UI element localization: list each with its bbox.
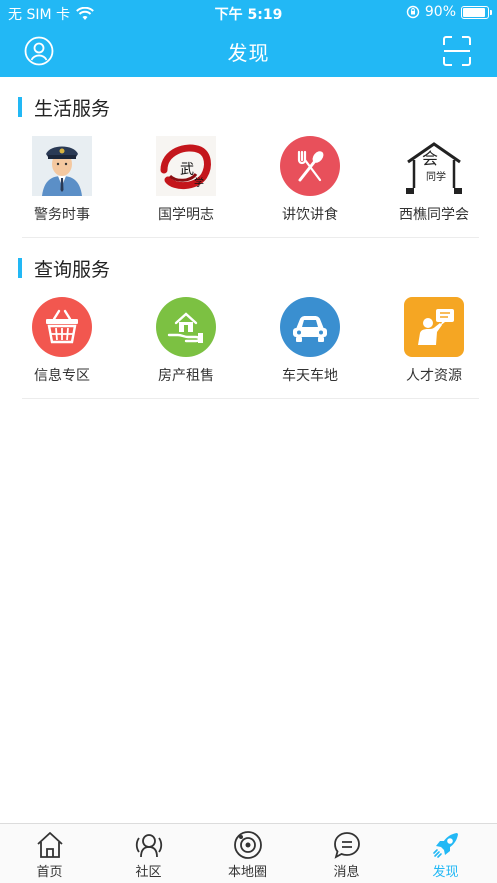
battery-icon: [461, 5, 492, 19]
battery-percent: 90%: [424, 4, 456, 20]
tab-local-circle[interactable]: 本地圈: [198, 830, 297, 880]
home-icon: [36, 832, 63, 858]
message-icon: [333, 832, 360, 859]
scan-icon[interactable]: [443, 36, 471, 66]
tab-home[interactable]: 首页: [0, 830, 99, 880]
tab-discover[interactable]: 发现: [396, 830, 495, 880]
car-icon: [280, 297, 340, 357]
service-item-talent[interactable]: 人才资源: [372, 297, 496, 385]
tab-label: 本地圈: [227, 865, 267, 880]
section-title: 查询服务: [34, 258, 111, 281]
tab-community[interactable]: 社区: [99, 830, 198, 880]
tab-label: 消息: [333, 865, 360, 880]
section-accent-bar: [18, 97, 22, 117]
nav-bar: 发现: [0, 26, 497, 77]
section-divider: [22, 237, 479, 238]
service-item-police-news[interactable]: 警务时事: [0, 136, 124, 224]
tab-messages[interactable]: 消息: [297, 830, 396, 880]
tab-label: 社区: [135, 865, 162, 880]
svg-text:同学: 同学: [426, 170, 446, 183]
service-item-info[interactable]: 信息专区: [0, 297, 124, 385]
service-item-food[interactable]: 讲饮讲食: [248, 136, 372, 224]
community-icon: [135, 834, 162, 858]
service-item-car[interactable]: 车天车地: [248, 297, 372, 385]
page-title: 发现: [227, 41, 270, 65]
tab-bar: 首页 社区 本地圈 消息 发现: [0, 823, 497, 883]
fork-spoon-icon: [280, 136, 340, 196]
local-circle-icon: [233, 831, 262, 859]
section-title: 生活服务: [34, 97, 111, 120]
svg-text:学: 学: [194, 176, 204, 189]
service-label: 国学明志: [158, 207, 214, 223]
calligraphy-icon: 武 学: [156, 136, 216, 196]
service-label: 警务时事: [34, 207, 90, 223]
service-item-guoxue[interactable]: 武 学 国学明志: [124, 136, 248, 224]
person-presenting-icon: [404, 297, 464, 357]
orientation-lock-icon: [406, 5, 420, 19]
service-label: 讲饮讲食: [282, 207, 338, 223]
service-label: 信息专区: [34, 368, 90, 384]
discover-rocket-icon: [432, 833, 458, 858]
service-label: 西樵同学会: [399, 207, 469, 223]
basket-icon: [32, 297, 92, 357]
service-item-housing[interactable]: 房产租售: [124, 297, 248, 385]
alumni-logo-icon: 会 同学: [404, 136, 464, 196]
service-label: 车天车地: [282, 368, 338, 384]
svg-text:会: 会: [422, 149, 438, 168]
tab-label: 首页: [36, 865, 63, 880]
svg-text:武: 武: [180, 162, 194, 178]
section-divider: [22, 398, 479, 399]
section-accent-bar: [18, 258, 22, 278]
police-officer-icon: [32, 136, 92, 196]
tab-label: 发现: [432, 865, 459, 880]
service-item-alumni[interactable]: 会 同学 西樵同学会: [372, 136, 496, 224]
house-hand-icon: [156, 297, 216, 357]
service-label: 房产租售: [158, 368, 214, 384]
status-bar: 无 SIM 卡 下午 5:19 90%: [0, 0, 497, 26]
header: 无 SIM 卡 下午 5:19 90% 发现: [0, 0, 497, 77]
service-label: 人才资源: [406, 368, 462, 384]
